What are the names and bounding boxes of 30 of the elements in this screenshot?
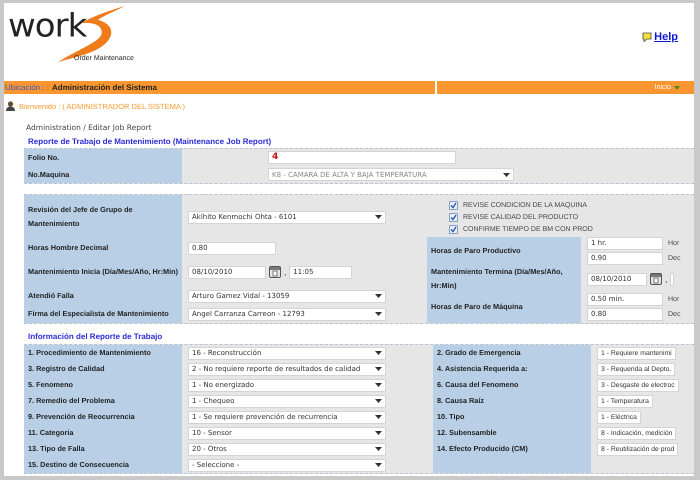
user-icon [6, 101, 15, 111]
caret-icon [375, 431, 382, 435]
location-label: Ubicación : : [5, 83, 50, 92]
input-field[interactable]: 4 [268, 151, 456, 164]
caret-icon [375, 383, 382, 387]
section-title: Reporte de Trabajo de Mantenimiento (Maintenance Job Report) [28, 137, 272, 148]
checkbox[interactable] [449, 212, 458, 222]
caret-icon [375, 351, 382, 355]
calendar-icon[interactable] [650, 273, 662, 285]
separator-text: , [665, 274, 668, 284]
section-title: Información del Reporte de Trabajo [28, 332, 164, 343]
separator-text: , [284, 268, 286, 276]
caret-icon [375, 415, 382, 419]
caret-icon [375, 312, 382, 316]
time-field[interactable] [670, 272, 674, 286]
caret-icon [375, 367, 382, 371]
checkbox[interactable] [449, 200, 458, 210]
caret-icon [503, 172, 510, 176]
help-icon [642, 32, 652, 42]
location-value: Administración del Sistema [52, 83, 157, 92]
caret-icon [375, 215, 382, 219]
caret-icon [375, 294, 382, 298]
checkbox[interactable] [449, 224, 458, 234]
calendar-icon[interactable] [269, 266, 281, 278]
caret-icon [674, 86, 680, 90]
caret-icon [375, 399, 382, 403]
caret-icon [375, 463, 382, 467]
help-link[interactable]: Help [654, 31, 678, 43]
logo-text: work [8, 10, 86, 42]
caret-icon [375, 447, 382, 451]
